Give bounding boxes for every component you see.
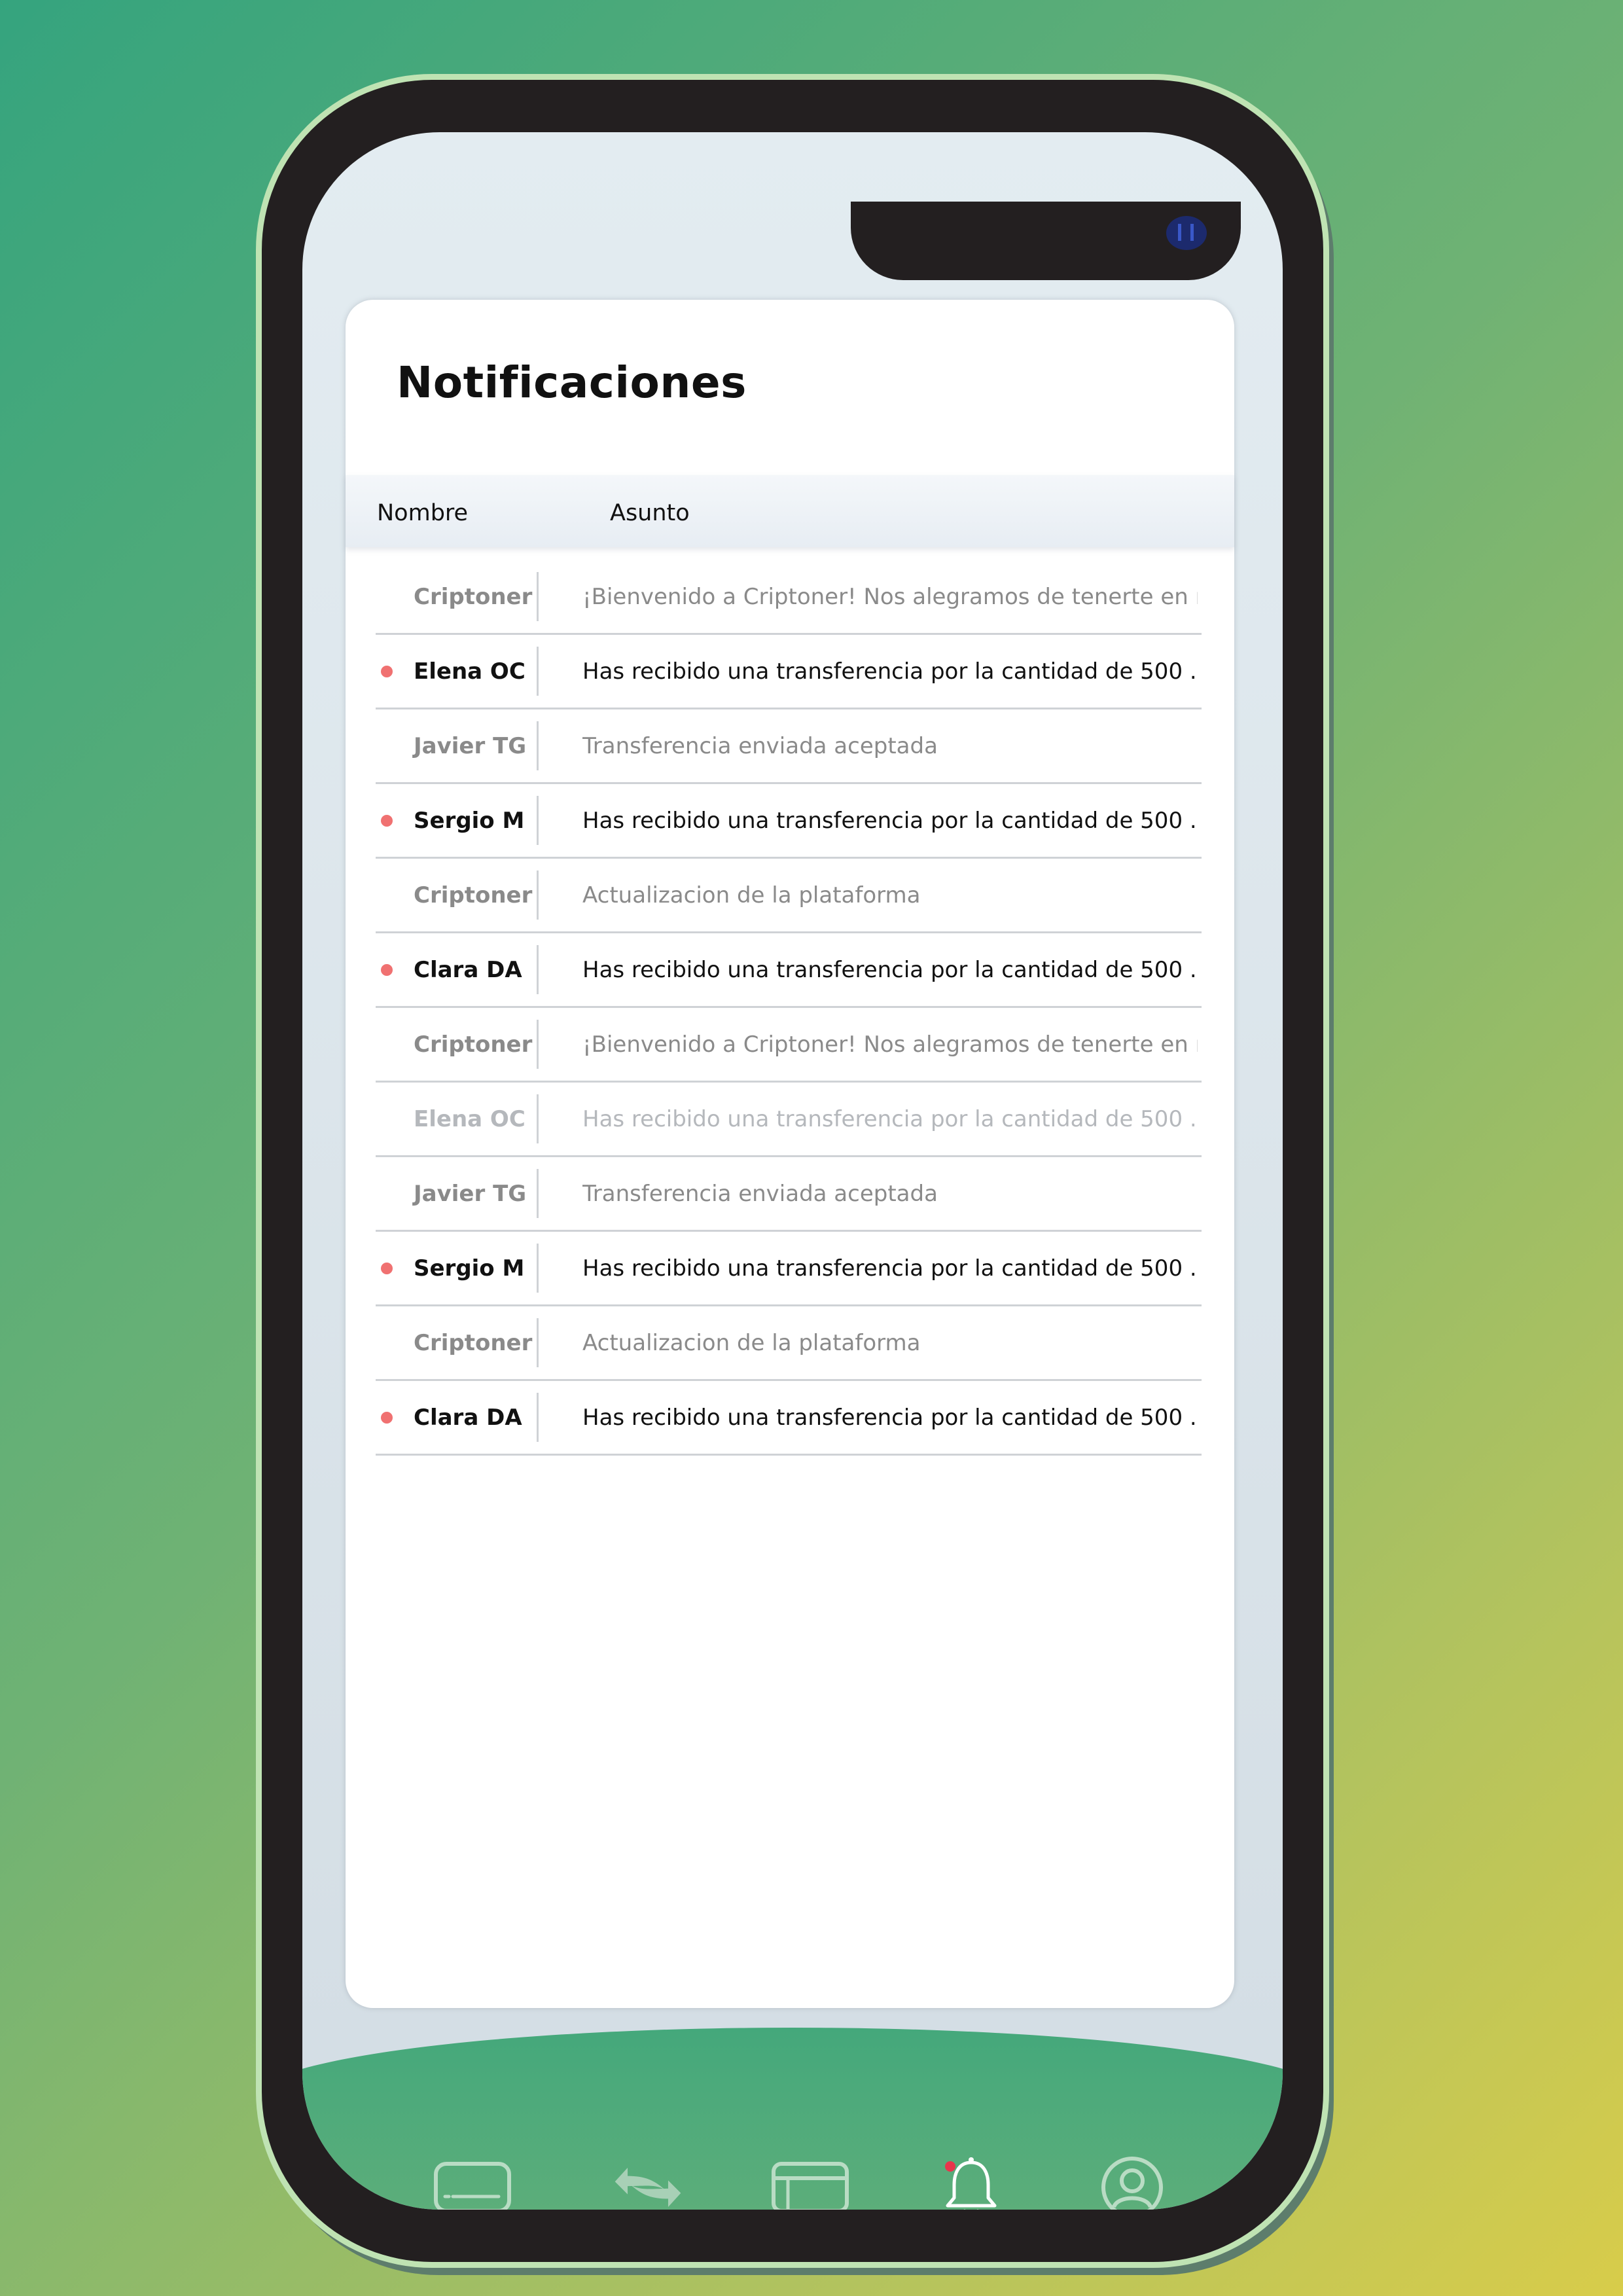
notification-sender: Javier TG [414, 1180, 527, 1207]
notification-subject: ¡Bienvenido a Criptoner! Nos alegramos d… [582, 583, 1198, 610]
notification-sender: Clara DA [414, 1404, 522, 1431]
column-divider [537, 796, 539, 845]
card-icon [772, 2162, 849, 2210]
nav-wallet-button[interactable] [433, 2155, 512, 2210]
column-divider [537, 1020, 539, 1069]
bell-icon [945, 2157, 997, 2210]
notification-sender: Javier TG [414, 732, 527, 759]
notification-row[interactable]: Clara DA Has recibido una transferencia p… [376, 933, 1202, 1008]
front-camera [1166, 216, 1207, 250]
notification-sender: Criptoner [414, 583, 533, 610]
notification-subject: Transferencia enviada aceptada [582, 1180, 938, 1207]
notification-row[interactable]: Criptoner Actualizacion de la plataforma [376, 1306, 1202, 1381]
column-divider [537, 945, 539, 994]
notification-row[interactable]: Javier TG Transferencia enviada aceptada [376, 1157, 1202, 1232]
notification-subject: Actualizacion de la plataforma [582, 1329, 921, 1356]
table-header: Nombre Asunto [346, 475, 1234, 547]
column-divider [537, 1169, 539, 1218]
column-divider [537, 1244, 539, 1293]
notification-row[interactable]: Criptoner Actualizacion de la plataforma [376, 859, 1202, 933]
notification-row[interactable]: Sergio M Has recibido una transferencia p… [376, 1232, 1202, 1306]
column-header-subject: Asunto [610, 500, 690, 526]
notification-subject: Has recibido una transferencia por la ca… [582, 1105, 1198, 1132]
notification-row[interactable]: Elena OC Has recibido una transferencia p… [376, 1083, 1202, 1157]
unread-indicator-dot [381, 665, 393, 677]
column-divider [537, 721, 539, 770]
column-divider [537, 870, 539, 920]
notification-subject: Has recibido una transferencia por la ca… [582, 1404, 1198, 1431]
notification-sender: Elena OC [414, 658, 526, 685]
notification-sender: Criptoner [414, 1031, 533, 1058]
column-divider [537, 1393, 539, 1442]
unread-indicator-dot [381, 1411, 393, 1424]
notification-row[interactable]: Criptoner ¡Bienvenido a Criptoner! Nos al… [376, 1008, 1202, 1083]
notification-subject: Actualizacion de la plataforma [582, 882, 921, 908]
column-header-name: Nombre [377, 500, 469, 526]
profile-icon [1101, 2157, 1163, 2210]
notification-subject: Has recibido una transferencia por la ca… [582, 807, 1198, 834]
column-divider [537, 1094, 539, 1143]
notification-badge [945, 2161, 955, 2172]
notification-row[interactable]: Criptoner ¡Bienvenido a Criptoner! Nos al… [376, 560, 1202, 635]
notification-row[interactable]: Javier TG Transferencia enviada aceptada [376, 709, 1202, 784]
nav-notifications-button[interactable] [932, 2155, 1010, 2210]
notification-subject: Transferencia enviada aceptada [582, 732, 938, 759]
column-divider [537, 647, 539, 696]
page-title: Notificaciones [397, 357, 747, 408]
notification-row[interactable]: Elena OC Has recibido una transferencia p… [376, 635, 1202, 709]
notification-sender: Sergio M [414, 807, 525, 834]
notification-sender: Criptoner [414, 882, 533, 908]
nav-cards-button[interactable] [771, 2155, 849, 2210]
notification-sender: Criptoner [414, 1329, 533, 1356]
transfer-icon [615, 2168, 681, 2207]
unread-indicator-dot [381, 963, 393, 976]
unread-indicator-dot [381, 1262, 393, 1274]
nav-profile-button[interactable] [1093, 2155, 1171, 2210]
notification-subject: Has recibido una transferencia por la ca… [582, 1255, 1198, 1282]
notification-sender: Clara DA [414, 956, 522, 983]
notification-subject: ¡Bienvenido a Criptoner! Nos alegramos d… [582, 1031, 1198, 1058]
wallet-icon [434, 2162, 511, 2210]
column-divider [537, 1318, 539, 1367]
notifications-card: Notificaciones Nombre Asunto Criptoner ¡B… [346, 300, 1234, 2008]
column-divider [537, 572, 539, 621]
notification-row[interactable]: Sergio M Has recibido una transferencia p… [376, 784, 1202, 859]
nav-transfer-button[interactable] [609, 2155, 687, 2210]
notification-row[interactable]: Clara DA Has recibido una transferencia p… [376, 1381, 1202, 1456]
notification-list: Criptoner ¡Bienvenido a Criptoner! Nos al… [376, 560, 1202, 1456]
notification-subject: Has recibido una transferencia por la ca… [582, 658, 1198, 685]
notification-subject: Has recibido una transferencia por la ca… [582, 956, 1198, 983]
notification-sender: Sergio M [414, 1255, 525, 1282]
unread-indicator-dot [381, 814, 393, 827]
notification-sender: Elena OC [414, 1105, 526, 1132]
